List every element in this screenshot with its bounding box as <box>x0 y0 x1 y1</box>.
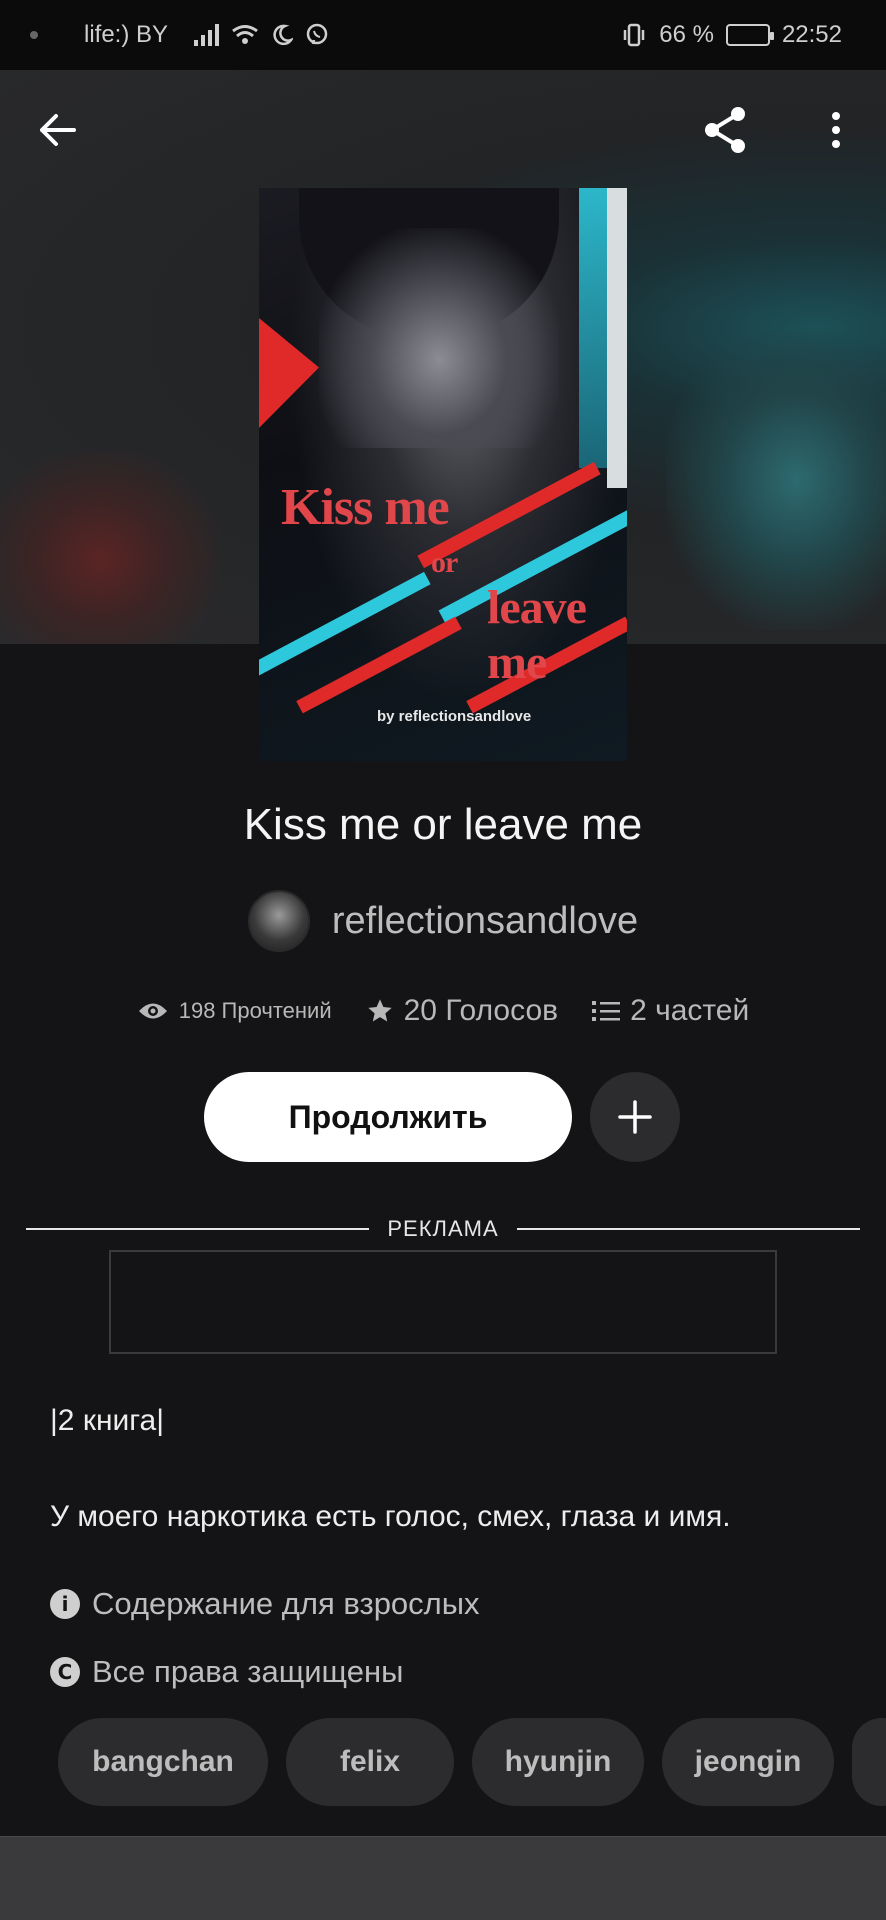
status-left: life:) BY <box>30 21 329 49</box>
copyright-label: Все права защищены <box>92 1654 404 1689</box>
cover-byline: by reflectionsandlove <box>377 708 532 725</box>
carrier-label: life:) BY <box>84 21 169 48</box>
signal-icon <box>194 24 220 46</box>
book-cover[interactable]: Kiss me or leave me by reflectionsandlov… <box>259 188 627 761</box>
mature-content-label: Содержание для взрослых <box>92 1586 480 1621</box>
cover-title-line3: leave me <box>487 581 587 689</box>
mature-content-row: i Содержание для взрослых <box>50 1586 480 1622</box>
viber-icon <box>306 23 328 45</box>
book-title: Kiss me or leave me <box>243 800 643 849</box>
tag-chip[interactable]: bangchan <box>58 1718 268 1806</box>
share-button[interactable] <box>696 100 756 160</box>
more-vertical-icon <box>832 112 840 148</box>
tag-chip[interactable]: jeongin <box>662 1718 834 1806</box>
status-bar: life:) BY 66 % 22:52 <box>0 0 886 70</box>
share-icon <box>705 107 745 153</box>
ad-slot[interactable] <box>109 1250 777 1354</box>
wifi-icon <box>232 25 258 44</box>
add-to-library-button[interactable] <box>590 1072 680 1162</box>
arrow-left-icon <box>40 114 76 146</box>
list-icon <box>592 1001 621 1021</box>
cover-art-red <box>259 318 319 428</box>
plus-icon <box>618 1100 652 1134</box>
cover-art-stripe <box>259 571 431 679</box>
star-icon <box>367 999 392 1022</box>
divider-line <box>516 1228 860 1230</box>
tag-chip[interactable]: hyunjin <box>472 1718 644 1806</box>
reads-count: 198 Прочтений <box>178 998 332 1023</box>
cover-art-face <box>319 228 559 448</box>
more-button[interactable] <box>806 100 866 160</box>
divider-line <box>26 1228 370 1230</box>
votes-count: 20 Голосов <box>403 994 559 1027</box>
description-line: |2 книга| <box>50 1404 165 1437</box>
moon-icon <box>273 24 294 46</box>
tag-chip-partial[interactable] <box>852 1718 886 1806</box>
back-button[interactable] <box>28 100 88 160</box>
tag-chip[interactable]: felix <box>286 1718 454 1806</box>
bottom-bar <box>0 1836 886 1920</box>
cover-art-light <box>607 188 627 488</box>
cover-title-line2: or <box>431 546 458 579</box>
info-icon: i <box>50 1589 80 1619</box>
backdrop-blur-teal <box>666 330 886 630</box>
continue-reading-button[interactable]: Продолжить <box>204 1072 572 1162</box>
votes-stat: 20 Голосов <box>366 994 558 1028</box>
author-name[interactable]: reflectionsandlove <box>332 900 638 943</box>
ad-label: РЕКЛАМА <box>387 1216 499 1241</box>
notification-dot <box>30 31 38 39</box>
copyright-row: C Все права защищены <box>50 1654 403 1690</box>
cover-art-teal <box>579 188 607 468</box>
ad-divider: РЕКЛАМА <box>26 1216 860 1242</box>
parts-count: 2 частей <box>630 994 750 1027</box>
description-line: У моего наркотика есть голос, смех, глаз… <box>50 1500 731 1533</box>
eye-icon <box>138 1003 167 1019</box>
vibrate-icon <box>623 23 645 47</box>
tags-row[interactable]: bangchan felix hyunjin jeongin <box>58 1718 886 1806</box>
parts-stat[interactable]: 2 частей <box>592 994 749 1028</box>
battery-percent: 66 % <box>659 21 714 48</box>
author-row[interactable]: reflectionsandlove <box>0 890 886 952</box>
author-avatar[interactable] <box>247 890 310 952</box>
copyright-icon: C <box>50 1657 80 1687</box>
stats-row: 198 Прочтений 20 Голосов 2 частей <box>0 994 886 1028</box>
status-right: 66 % 22:52 <box>621 21 842 49</box>
clock: 22:52 <box>781 21 842 48</box>
cover-title-line1: Kiss me <box>281 479 450 536</box>
battery-icon <box>725 24 774 46</box>
backdrop-blur-red <box>0 450 220 644</box>
reads-stat: 198 Прочтений <box>137 998 332 1024</box>
